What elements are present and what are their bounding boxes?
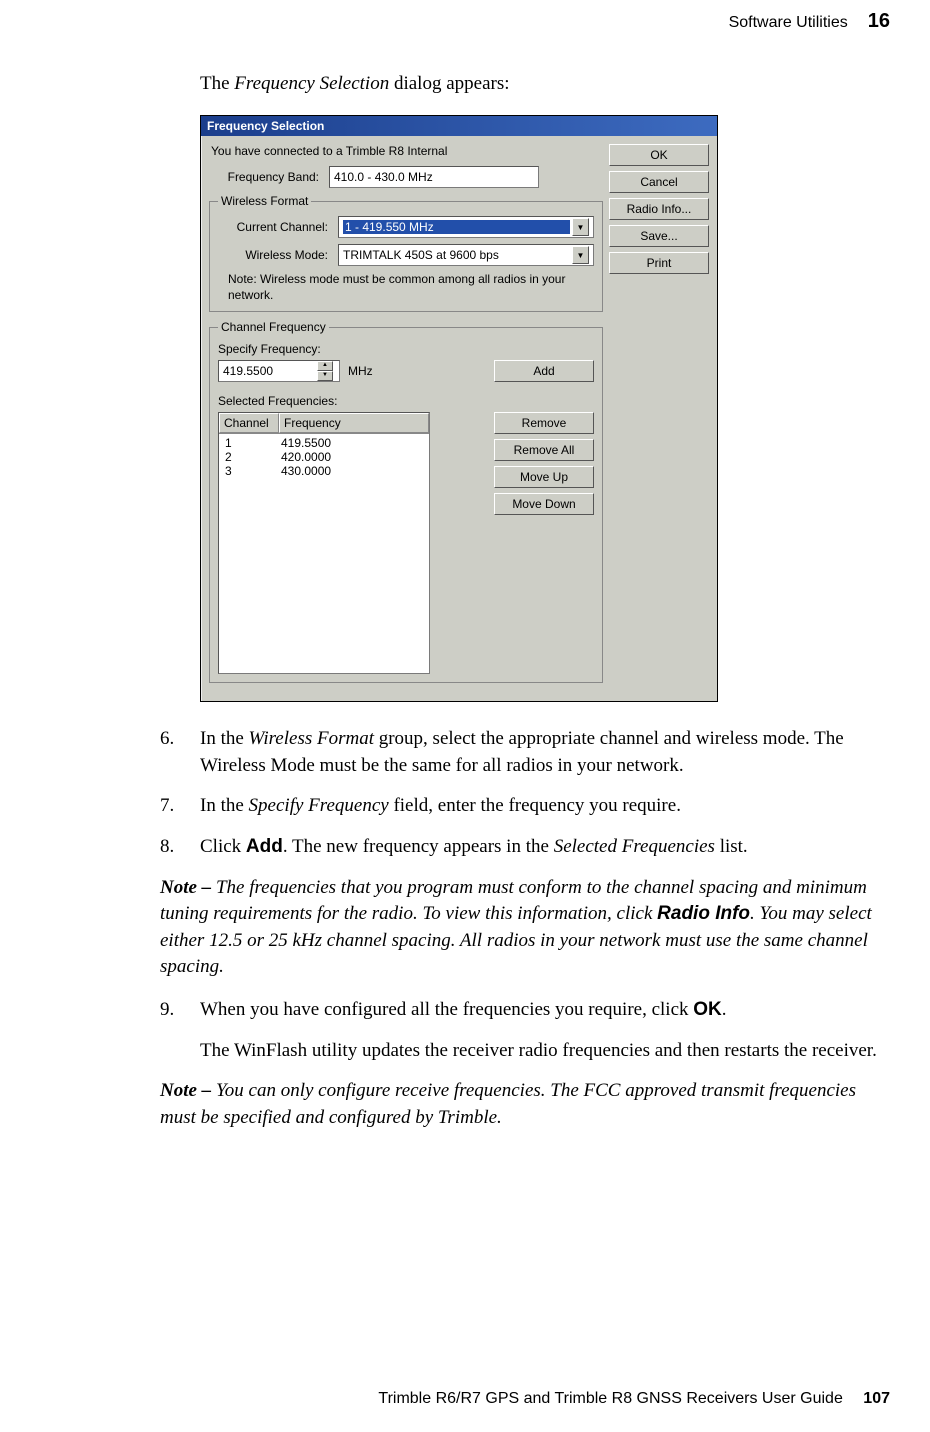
connected-label: You have connected to a Trimble R8 Inter… — [211, 144, 603, 158]
step-9-sub: The WinFlash utility updates the receive… — [200, 1038, 890, 1065]
page-header: Software Utilities 16 — [60, 10, 890, 33]
spinner-up-icon[interactable]: ▲ — [317, 361, 333, 371]
table-row[interactable]: 2 420.0000 — [219, 450, 429, 464]
wireless-format-group: Wireless Format Current Channel: 1 - 419… — [209, 194, 603, 312]
header-section: Software Utilities — [729, 14, 848, 32]
cancel-button[interactable]: Cancel — [609, 171, 709, 193]
save-button[interactable]: Save... — [609, 225, 709, 247]
wireless-note: Note: Wireless mode must be common among… — [228, 272, 594, 303]
current-channel-label: Current Channel: — [218, 220, 334, 234]
remove-button[interactable]: Remove — [494, 412, 594, 434]
specify-frequency-input[interactable] — [219, 361, 317, 381]
channel-frequency-group: Channel Frequency Specify Frequency: ▲ ▼… — [209, 320, 603, 683]
unit-label: MHz — [348, 364, 373, 378]
footer-page: 107 — [863, 1390, 890, 1407]
selected-frequencies-table[interactable]: Channel Frequency 1 419.5500 — [218, 412, 430, 674]
step-6: 6. In the Wireless Format group, select … — [160, 726, 890, 779]
freq-band-label: Frequency Band: — [209, 170, 325, 184]
frequency-selection-dialog: Frequency Selection You have connected t… — [200, 115, 718, 702]
col-channel[interactable]: Channel — [219, 413, 279, 433]
remove-all-button[interactable]: Remove All — [494, 439, 594, 461]
freq-band-value: 410.0 - 430.0 MHz — [329, 166, 539, 188]
radio-info-button[interactable]: Radio Info... — [609, 198, 709, 220]
ok-button[interactable]: OK — [609, 144, 709, 166]
page-footer: Trimble R6/R7 GPS and Trimble R8 GNSS Re… — [378, 1390, 890, 1408]
wireless-mode-dropdown[interactable]: TRIMTALK 450S at 9600 bps ▼ — [338, 244, 594, 266]
table-row[interactable]: 3 430.0000 — [219, 464, 429, 478]
note-2: Note – You can only configure receive fr… — [160, 1078, 890, 1131]
footer-title: Trimble R6/R7 GPS and Trimble R8 GNSS Re… — [378, 1390, 842, 1407]
header-chapter: 16 — [868, 10, 890, 33]
specify-frequency-spinner[interactable]: ▲ ▼ — [218, 360, 340, 382]
print-button[interactable]: Print — [609, 252, 709, 274]
selected-frequencies-label: Selected Frequencies: — [218, 394, 594, 408]
specify-frequency-label: Specify Frequency: — [218, 342, 594, 356]
intro-line: The Frequency Selection dialog appears: — [200, 73, 890, 95]
step-9: 9. When you have configured all the freq… — [160, 997, 890, 1024]
spinner-down-icon[interactable]: ▼ — [317, 371, 333, 381]
move-up-button[interactable]: Move Up — [494, 466, 594, 488]
note-1: Note – The frequencies that you program … — [160, 875, 890, 981]
current-channel-dropdown[interactable]: 1 - 419.550 MHz ▼ — [338, 216, 594, 238]
add-button[interactable]: Add — [494, 360, 594, 382]
step-7: 7. In the Specify Frequency field, enter… — [160, 793, 890, 820]
wireless-mode-label: Wireless Mode: — [218, 248, 334, 262]
table-row[interactable]: 1 419.5500 — [219, 436, 429, 450]
chevron-down-icon: ▼ — [572, 218, 589, 236]
chevron-down-icon: ▼ — [572, 246, 589, 264]
step-8: 8. Click Add. The new frequency appears … — [160, 834, 890, 861]
dialog-titlebar: Frequency Selection — [201, 116, 717, 136]
channel-frequency-legend: Channel Frequency — [218, 320, 329, 334]
col-frequency[interactable]: Frequency — [279, 413, 429, 433]
move-down-button[interactable]: Move Down — [494, 493, 594, 515]
wireless-format-legend: Wireless Format — [218, 194, 311, 208]
